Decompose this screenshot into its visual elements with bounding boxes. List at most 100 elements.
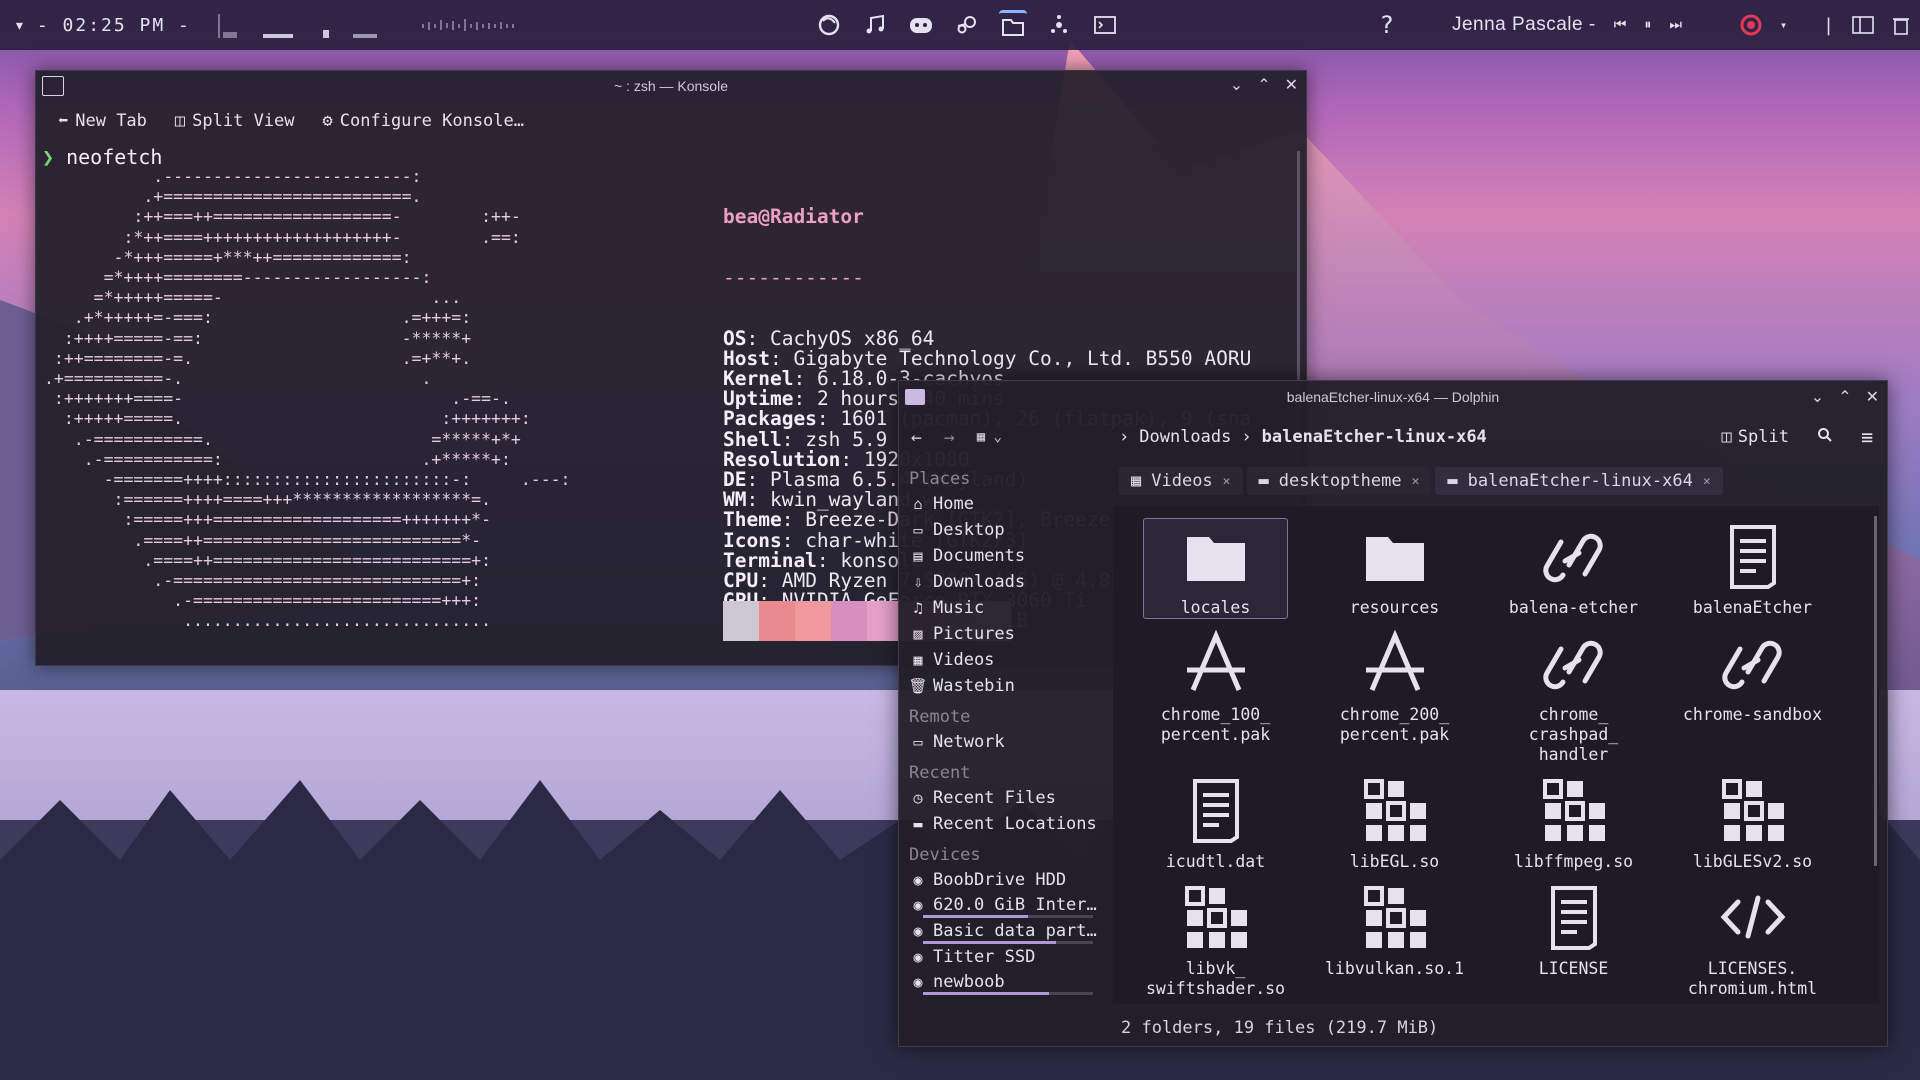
help-icon[interactable]: ? (1380, 11, 1394, 39)
tab-videos[interactable]: ▦ Videos ✕ (1119, 467, 1243, 495)
settings-icon[interactable] (1045, 11, 1073, 39)
file-item[interactable]: chrome-sandbox (1680, 625, 1825, 766)
breadcrumb-downloads[interactable]: Downloads (1139, 427, 1231, 447)
sidebar-item-pictures[interactable]: ▨ Pictures (899, 621, 1109, 647)
show-desktop-icon[interactable] (1852, 16, 1874, 34)
sidebar-item-620-0-gib-inter-[interactable]: ◉ 620.0 GiB Inter… (899, 892, 1109, 917)
window-title: ~ : zsh — Konsole (613, 78, 728, 94)
drive-icon: ◉ (913, 947, 923, 966)
pause-button[interactable]: ⏸ (1644, 17, 1651, 33)
close-button[interactable]: ✕ (1866, 387, 1879, 407)
prompt-line: ❯ neofetch (42, 145, 162, 169)
sidebar-item-music[interactable]: ♫ Music (899, 595, 1109, 621)
view-mode-icon[interactable]: ▦ ⌄ (977, 429, 1002, 445)
device-usage-fill (923, 992, 1049, 995)
close-button[interactable]: ✕ (1285, 75, 1298, 95)
new-tab-button[interactable]: ⬅ New Tab (58, 111, 147, 131)
konsole-titlebar[interactable]: ~ : zsh — Konsole ⌄ ⌃ ✕ (36, 71, 1306, 101)
music-icon[interactable] (861, 11, 889, 39)
minimize-button[interactable]: ⌄ (1230, 75, 1243, 95)
html-icon (1720, 895, 1785, 939)
next-track-button[interactable]: ⏭ (1669, 17, 1682, 33)
sidebar-item-label: Downloads (933, 572, 1026, 592)
sidebar-item-newboob[interactable]: ◉ newboob (899, 969, 1109, 994)
file-item[interactable]: libffmpeg.so (1501, 772, 1646, 873)
file-name: icudtl.dat (1165, 852, 1266, 871)
file-item[interactable]: icudtl.dat (1143, 772, 1288, 873)
steam-icon[interactable] (953, 11, 981, 39)
link-icon (1539, 521, 1609, 596)
chevron-down-icon[interactable]: ▾ (1780, 18, 1787, 32)
sidebar-item-videos[interactable]: ▦ Videos (899, 647, 1109, 673)
forward-button[interactable]: → (944, 427, 955, 448)
breadcrumb-separator: › (1119, 427, 1130, 447)
lib-icon (1718, 775, 1788, 850)
doc-icon (1539, 882, 1609, 957)
now-playing-user[interactable]: Jenna Pascale - (1452, 14, 1596, 36)
system-monitor-graph[interactable] (213, 12, 533, 38)
application-icon (1186, 629, 1245, 691)
maximize-button[interactable]: ⌃ (1257, 75, 1270, 95)
close-tab-icon[interactable]: ✕ (1703, 474, 1711, 489)
file-item[interactable]: LICENSES. chromium.html (1680, 879, 1825, 1000)
search-icon[interactable] (1817, 427, 1833, 448)
file-name: chrome_200_ percent.pak (1339, 705, 1450, 744)
previous-track-button[interactable]: ⏮ (1614, 17, 1627, 33)
minimize-button[interactable]: ⌄ (1811, 387, 1824, 407)
file-item[interactable]: libvulkan.so.1 (1322, 879, 1467, 1000)
trash-icon[interactable] (1892, 15, 1910, 35)
close-tab-icon[interactable]: ✕ (1412, 474, 1420, 489)
sidebar-item-titter-ssd[interactable]: ◉ Titter SSD (899, 944, 1109, 969)
file-name: balena-etcher (1508, 598, 1639, 617)
file-item[interactable]: libGLESv2.so (1680, 772, 1825, 873)
file-view-scrollbar[interactable] (1874, 516, 1877, 866)
file-item[interactable]: chrome_200_ percent.pak (1322, 625, 1467, 766)
file-item[interactable]: chrome_ crashpad_ handler (1501, 625, 1646, 766)
drive-icon: ◉ (913, 921, 923, 940)
sidebar-item-boobdrive-hdd[interactable]: ◉ BoobDrive HDD (899, 867, 1109, 892)
sidebar-item-network[interactable]: ▭ Network (899, 729, 1109, 755)
sidebar-item-recent-files[interactable]: ◷ Recent Files (899, 785, 1109, 811)
record-icon[interactable] (1740, 14, 1762, 36)
sidebar-item-desktop[interactable]: ▭ Desktop (899, 517, 1109, 543)
discord-icon[interactable] (907, 11, 935, 39)
file-item[interactable]: libEGL.so (1322, 772, 1467, 873)
back-button[interactable]: ← (911, 427, 922, 448)
close-tab-icon[interactable]: ✕ (1223, 474, 1231, 489)
sidebar-item-label: Network (933, 732, 1005, 752)
file-view[interactable]: locales resources balena-etcher balenaEtche… (1113, 506, 1879, 1004)
firefox-icon[interactable] (815, 11, 843, 39)
folder-icon[interactable] (999, 9, 1027, 41)
file-item[interactable]: resources (1322, 518, 1467, 619)
library-icon (1363, 779, 1426, 841)
sidebar-item-recent-locations[interactable]: ▬ Recent Locations (899, 811, 1109, 837)
color-swatch (795, 601, 831, 641)
sidebar-item-downloads[interactable]: ⇩ Downloads (899, 569, 1109, 595)
split-view-button[interactable]: ◫ Split View (175, 111, 295, 131)
tab-desktoptheme[interactable]: ▬ desktoptheme ✕ (1246, 467, 1432, 495)
menu-dropdown-icon[interactable]: ▾ (14, 15, 25, 36)
file-item[interactable]: libvk_ swiftshader.so (1143, 879, 1288, 1000)
split-button[interactable]: ◫ Split (1722, 427, 1789, 447)
file-item[interactable]: balenaEtcher (1680, 518, 1825, 619)
file-item[interactable]: balena-etcher (1501, 518, 1646, 619)
task-manager (815, 9, 1119, 41)
pictures-icon: ▨ (913, 625, 923, 643)
maximize-button[interactable]: ⌃ (1838, 387, 1851, 407)
terminal-icon[interactable] (1091, 11, 1119, 39)
breadcrumb-current[interactable]: balenaEtcher-linux-x64 (1262, 427, 1487, 447)
sidebar-item-documents[interactable]: ▤ Documents (899, 543, 1109, 569)
file-item[interactable]: LICENSE (1501, 879, 1646, 1000)
sidebar-item-basic-data-part-[interactable]: ◉ Basic data part… (899, 918, 1109, 943)
file-item[interactable]: chrome_100_ percent.pak (1143, 625, 1288, 766)
sidebar-item-home[interactable]: ⌂ Home (899, 491, 1109, 517)
sidebar-item-label: 620.0 GiB Inter… (933, 894, 1097, 915)
tab-balenaetcher-linux-x64[interactable]: ▬ balenaEtcher-linux-x64 ✕ (1435, 467, 1723, 495)
dolphin-titlebar[interactable]: balenaEtcher-linux-x64 — Dolphin ⌄ ⌃ ✕ (899, 381, 1887, 413)
configure-konsole-button[interactable]: ⚙ Configure Konsole… (323, 111, 524, 131)
sidebar-item-wastebin[interactable]: 🗑 Wastebin (899, 673, 1109, 699)
clock[interactable]: - 02:25 PM - (37, 15, 191, 36)
html-icon (1718, 882, 1788, 957)
file-item[interactable]: locales (1143, 518, 1288, 619)
hamburger-menu-icon[interactable]: ≡ (1861, 425, 1873, 449)
